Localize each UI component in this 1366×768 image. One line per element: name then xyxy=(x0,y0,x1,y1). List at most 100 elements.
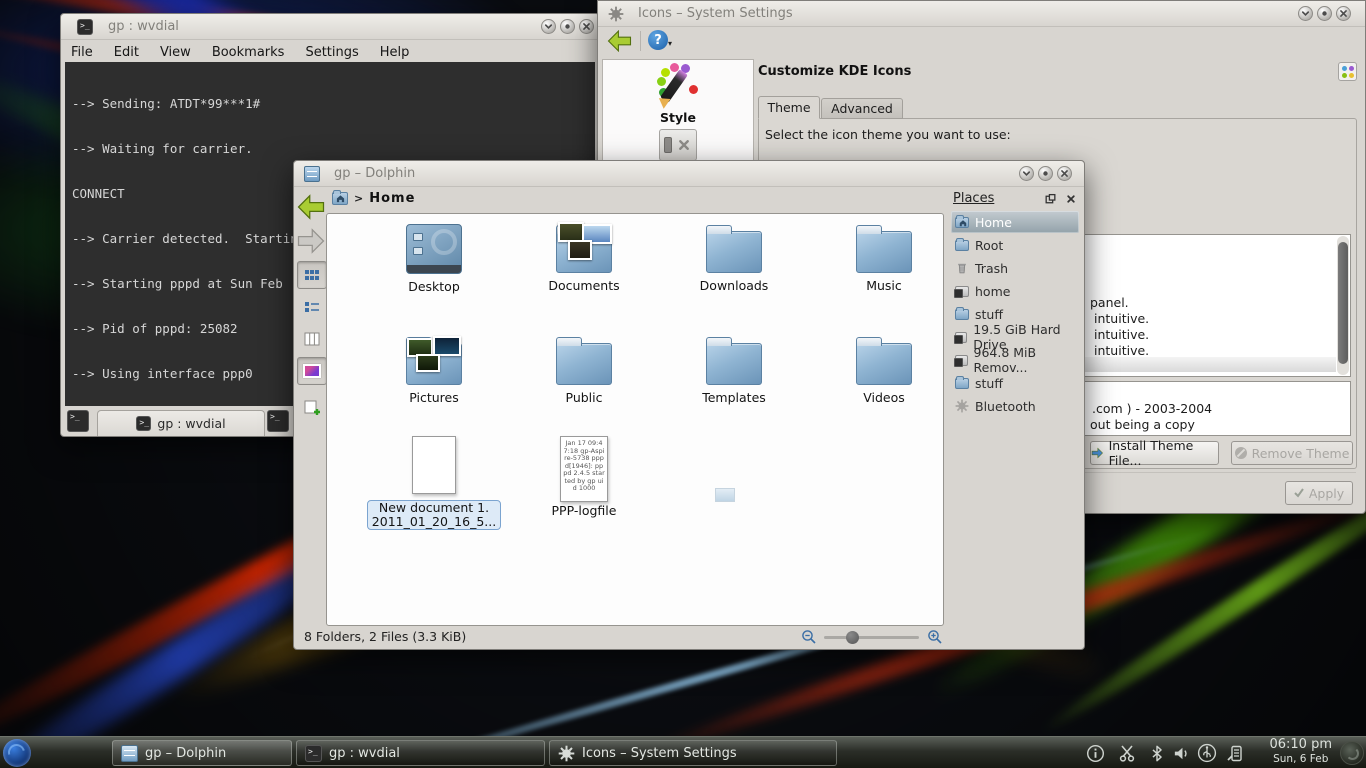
menu-bookmarks[interactable]: Bookmarks xyxy=(212,45,285,60)
settings-titlebar[interactable]: Icons – System Settings xyxy=(598,1,1365,27)
close-panel-icon[interactable] xyxy=(1065,193,1077,205)
drive-icon xyxy=(955,355,968,366)
back-button[interactable] xyxy=(606,30,633,52)
terminal-titlebar[interactable]: >_ gp : wvdial xyxy=(61,14,599,40)
terminal-line: --> Sending: ATDT*99***1# xyxy=(72,96,588,111)
help-button[interactable]: ? xyxy=(648,30,668,50)
icons-view-button[interactable] xyxy=(297,261,327,289)
folder-public[interactable]: Public xyxy=(519,336,649,405)
toolbar-separator xyxy=(640,31,641,51)
zoom-slider[interactable] xyxy=(824,636,919,639)
folder-icon xyxy=(856,343,912,385)
maximize-button[interactable] xyxy=(560,19,575,34)
new-tab-button[interactable]: >_ xyxy=(67,410,89,432)
file-ppp-logfile[interactable]: Jan 17 09:47:18 gp-Aspire-5738 pppd[1946… xyxy=(519,436,649,518)
place-trash[interactable]: Trash xyxy=(951,257,1079,279)
back-button[interactable] xyxy=(296,193,326,221)
minimize-button[interactable] xyxy=(541,19,556,34)
dolphin-app-icon xyxy=(304,166,320,182)
folder-documents[interactable]: Documents xyxy=(519,224,649,293)
dolphin-titlebar[interactable]: gp – Dolphin xyxy=(294,161,1084,187)
usb-device-icon[interactable] xyxy=(1196,743,1218,763)
file-view[interactable]: Desktop Documents Downloads Music xyxy=(326,213,944,626)
task-system-settings[interactable]: Icons – System Settings xyxy=(549,740,837,766)
close-button[interactable] xyxy=(579,19,594,34)
zoom-out-icon[interactable] xyxy=(801,629,817,645)
panel-cashew-icon[interactable] xyxy=(1340,741,1364,765)
theme-list-scrollbar[interactable] xyxy=(1337,236,1349,375)
menu-view[interactable]: View xyxy=(160,45,191,60)
settings-heading: Customize KDE Icons xyxy=(758,64,911,79)
close-button[interactable] xyxy=(1336,6,1351,21)
folder-templates[interactable]: Templates xyxy=(669,336,799,405)
terminal-tab[interactable]: >_ gp : wvdial xyxy=(97,410,265,436)
sidebar-item-label: Style xyxy=(628,110,728,125)
breadcrumb[interactable]: > Home xyxy=(332,191,415,206)
place-bluetooth[interactable]: Bluetooth xyxy=(951,395,1079,417)
gear-icon xyxy=(608,6,624,22)
battery-icon[interactable] xyxy=(1224,743,1246,763)
folder-desktop[interactable]: Desktop xyxy=(369,224,499,294)
tab-advanced[interactable]: Advanced xyxy=(821,98,903,119)
terminal-task-icon: >_ xyxy=(305,745,322,762)
zoom-in-icon[interactable] xyxy=(927,629,943,645)
folder-videos[interactable]: Videos xyxy=(819,336,949,405)
task-wvdial[interactable]: >_ gp : wvdial xyxy=(296,740,545,766)
menu-edit[interactable]: Edit xyxy=(114,45,139,60)
bluetooth-icon[interactable] xyxy=(1146,743,1168,763)
breadcrumb-home[interactable]: Home xyxy=(369,191,415,206)
style-icon xyxy=(655,63,701,107)
folder-pictures[interactable]: Pictures xyxy=(369,336,499,405)
theme-description-text: out being a copy xyxy=(1090,417,1195,432)
notifications-info-icon[interactable] xyxy=(1084,743,1106,763)
float-panel-icon[interactable] xyxy=(1044,193,1057,206)
maximize-button[interactable] xyxy=(1317,6,1332,21)
taskbar: gp – Dolphin >_ gp : wvdial Icons – Syst… xyxy=(0,736,1366,768)
close-button[interactable] xyxy=(1057,166,1072,181)
minimize-button[interactable] xyxy=(1019,166,1034,181)
volume-icon[interactable] xyxy=(1170,743,1192,763)
remove-theme-button[interactable]: Remove Theme xyxy=(1231,441,1353,465)
menu-file[interactable]: File xyxy=(71,45,93,60)
place-home-partition[interactable]: home xyxy=(951,280,1079,302)
sidebar-item-style[interactable]: Style xyxy=(628,61,728,125)
preview-button[interactable] xyxy=(297,357,327,385)
desktop-folder-icon xyxy=(406,224,462,274)
details-view-button[interactable] xyxy=(297,293,327,321)
maximize-button[interactable] xyxy=(1038,166,1053,181)
launcher-button[interactable] xyxy=(3,739,31,767)
columns-view-button[interactable] xyxy=(297,325,327,353)
folder-music[interactable]: Music xyxy=(819,224,949,293)
place-removable[interactable]: 964.8 MiB Remov... xyxy=(951,349,1079,371)
task-dolphin[interactable]: gp – Dolphin xyxy=(112,740,292,766)
tab-list-button[interactable]: >_ xyxy=(267,410,289,432)
minimize-button[interactable] xyxy=(1298,6,1313,21)
dolphin-title: gp – Dolphin xyxy=(334,166,415,181)
menu-help[interactable]: Help xyxy=(380,45,410,60)
theme-list-text: panel. xyxy=(1090,295,1129,310)
folder-downloads[interactable]: Downloads xyxy=(669,224,799,293)
places-header[interactable]: Places xyxy=(953,191,994,206)
scrollbar-thumb[interactable] xyxy=(1338,242,1348,364)
apply-button[interactable]: Apply xyxy=(1285,481,1353,505)
forward-button[interactable] xyxy=(296,227,326,255)
overview-button[interactable] xyxy=(1338,62,1357,81)
tab-theme[interactable]: Theme xyxy=(758,96,820,119)
split-view-button[interactable] xyxy=(297,393,327,421)
file-new-document[interactable]: New document 1. 2011_01_20_16_5... xyxy=(369,436,499,530)
theme-list-text: intuitive. xyxy=(1094,311,1149,326)
place-home[interactable]: Home xyxy=(951,211,1079,233)
toolbar-caret-icon[interactable]: ▾ xyxy=(668,39,672,48)
sidebar-item-workspace-icon[interactable] xyxy=(659,129,697,161)
folder-icon xyxy=(856,231,912,273)
home-folder-icon[interactable] xyxy=(332,192,348,205)
place-stuff-2[interactable]: stuff xyxy=(951,372,1079,394)
menu-settings[interactable]: Settings xyxy=(305,45,358,60)
desktop: >_ gp : wvdial File Edit View Bookmarks … xyxy=(0,0,1366,768)
clock[interactable]: 06:10 pm Sun, 6 Feb xyxy=(1269,738,1332,766)
klipper-scissors-icon[interactable] xyxy=(1116,743,1138,763)
zoom-slider-handle[interactable] xyxy=(846,631,859,644)
place-root[interactable]: Root xyxy=(951,234,1079,256)
install-theme-button[interactable]: Install Theme File... xyxy=(1090,441,1219,465)
folder-icon xyxy=(706,343,762,385)
